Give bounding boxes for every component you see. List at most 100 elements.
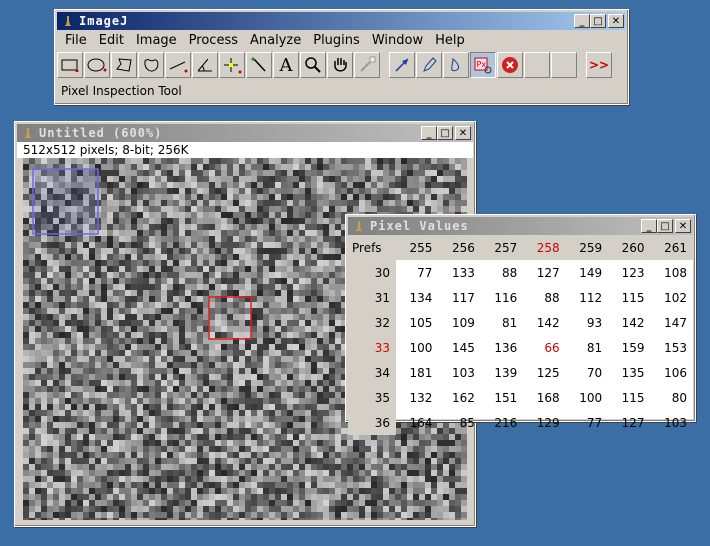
more-tools-button[interactable]: >>	[586, 52, 612, 78]
pixel-value-cell: 127	[621, 415, 645, 430]
menu-analyze[interactable]: Analyze	[244, 33, 307, 48]
menu-window[interactable]: Window	[366, 33, 429, 48]
pixel-value-cell: 103	[664, 415, 687, 430]
pixel-value-cell: 149	[579, 265, 603, 280]
row-header: 33	[348, 335, 396, 360]
status-bar: Pixel Inspection Tool	[61, 84, 182, 98]
navigator-roi[interactable]	[32, 168, 99, 235]
menu-file[interactable]: File	[59, 33, 93, 48]
freehand-tool-icon[interactable]	[138, 52, 164, 78]
arrow-tool-icon[interactable]	[389, 52, 415, 78]
text-tool-icon[interactable]: A	[273, 52, 299, 78]
close-button[interactable]: ✕	[608, 14, 624, 28]
point-tool-icon[interactable]	[219, 52, 245, 78]
pixel-value-cell: 135	[621, 365, 645, 380]
minimize-button[interactable]: _	[421, 126, 437, 140]
pixel-value-cell: 136	[494, 340, 518, 355]
angle-tool-icon[interactable]	[192, 52, 218, 78]
pixel-value-cell: 108	[664, 265, 687, 280]
line-tool-icon[interactable]	[165, 52, 191, 78]
pixel-value-cell: 81	[586, 340, 603, 355]
pixel-value-cell: 151	[494, 390, 518, 405]
table-row: 30 77 133 88 127 149 123 108	[348, 260, 693, 285]
pixel-value-cell: 115	[621, 390, 645, 405]
pixel-value-cell: 81	[501, 315, 518, 330]
minimize-button[interactable]: _	[641, 219, 657, 233]
close-tool-icon[interactable]	[497, 52, 523, 78]
microscope-icon	[352, 219, 366, 233]
toolbar: A Px >>	[55, 50, 628, 78]
pixel-value-cell: 162	[451, 390, 475, 405]
table-row: 34 181 103 139 125 70 135 106	[348, 360, 693, 385]
svg-text:Px: Px	[477, 60, 487, 69]
menu-plugins[interactable]: Plugins	[307, 33, 366, 48]
table-header-row: Prefs 255 256 257 258 259 260 261	[348, 235, 693, 260]
image-titlebar[interactable]: Untitled (600%) _ □ ✕	[17, 124, 473, 142]
row-header: 36	[348, 410, 396, 435]
menu-process[interactable]: Process	[183, 33, 244, 48]
empty-tool-slot	[551, 52, 577, 78]
rectangle-tool-icon[interactable]	[57, 52, 83, 78]
table-row: 36 164 85 216 129 77 127 103	[348, 410, 693, 435]
pixel-value-cell: 66	[544, 340, 560, 355]
pixel-value-cell: 103	[451, 365, 475, 380]
pixel-value-cell: 125	[536, 365, 560, 380]
menu-image[interactable]: Image	[130, 33, 183, 48]
pixel-value-cell: 102	[664, 290, 687, 305]
pixel-value-cell: 142	[536, 315, 560, 330]
close-button[interactable]: ✕	[455, 126, 471, 140]
pixel-inspector-tool-icon[interactable]: Px	[470, 52, 496, 78]
pixel-value-cell: 123	[621, 265, 645, 280]
pixel-value-cell: 80	[671, 390, 687, 405]
row-header: 31	[348, 285, 396, 310]
maximize-button[interactable]: □	[437, 126, 453, 140]
prefs-button[interactable]: Prefs	[348, 235, 396, 260]
column-header: 261	[650, 235, 693, 260]
table-row: 33 100 145 136 66 81 159 153	[348, 335, 693, 360]
wand-tool-icon[interactable]	[246, 52, 272, 78]
minimize-button[interactable]: _	[574, 14, 590, 28]
menu-edit[interactable]: Edit	[93, 33, 130, 48]
color-picker-tool-icon[interactable]	[354, 52, 380, 78]
row-header: 35	[348, 385, 396, 410]
image-info: 512x512 pixels; 8-bit; 256K	[17, 142, 473, 158]
close-button[interactable]: ✕	[675, 219, 691, 233]
pixel-value-cell: 129	[536, 415, 560, 430]
pixel-value-cell: 164	[409, 415, 433, 430]
pixel-value-cell: 142	[621, 315, 645, 330]
menu-help[interactable]: Help	[429, 33, 471, 48]
pixel-value-cell: 139	[494, 365, 518, 380]
table-row: 35 132 162 151 168 100 115 80	[348, 385, 693, 410]
imagej-main-window: ImageJ _ □ ✕ File Edit Image Process Ana…	[54, 9, 629, 105]
maximize-button[interactable]: □	[590, 14, 606, 28]
column-header: 260	[608, 235, 651, 260]
image-window-title: Untitled (600%)	[39, 126, 163, 140]
pixel-value-cell: 147	[664, 315, 687, 330]
pixel-values-window: Pixel Values _ □ ✕ Prefs 255 256 257 258…	[345, 214, 696, 435]
polygon-tool-icon[interactable]	[111, 52, 137, 78]
pixel-value-cell: 117	[451, 290, 475, 305]
column-header-highlighted: 258	[523, 235, 566, 260]
maximize-button[interactable]: □	[657, 219, 673, 233]
imagej-titlebar[interactable]: ImageJ _ □ ✕	[57, 12, 626, 30]
magnifier-tool-icon[interactable]	[300, 52, 326, 78]
row-header: 34	[348, 360, 396, 385]
pixel-value-cell: 116	[494, 290, 518, 305]
row-header: 32	[348, 310, 396, 335]
pencil-tool-icon[interactable]	[416, 52, 442, 78]
pixel-value-cell: 134	[409, 290, 433, 305]
oval-tool-icon[interactable]	[84, 52, 110, 78]
table-row: 31 134 117 116 88 112 115 102	[348, 285, 693, 310]
menubar: File Edit Image Process Analyze Plugins …	[55, 30, 628, 50]
window-title: ImageJ	[79, 14, 129, 28]
pixel-values-table: Prefs 255 256 257 258 259 260 261 30 77 13…	[348, 235, 693, 435]
table-row: 32 105 109 81 142 93 142 147	[348, 310, 693, 335]
pixel-value-cell: 133	[451, 265, 475, 280]
hand-tool-icon[interactable]	[327, 52, 353, 78]
pixel-value-cell: 145	[451, 340, 475, 355]
pixel-values-titlebar[interactable]: Pixel Values _ □ ✕	[348, 217, 693, 235]
column-header: 255	[396, 235, 439, 260]
pixel-value-cell: 93	[586, 315, 603, 330]
microscope-icon	[61, 14, 75, 28]
brush-tool-icon[interactable]	[443, 52, 469, 78]
